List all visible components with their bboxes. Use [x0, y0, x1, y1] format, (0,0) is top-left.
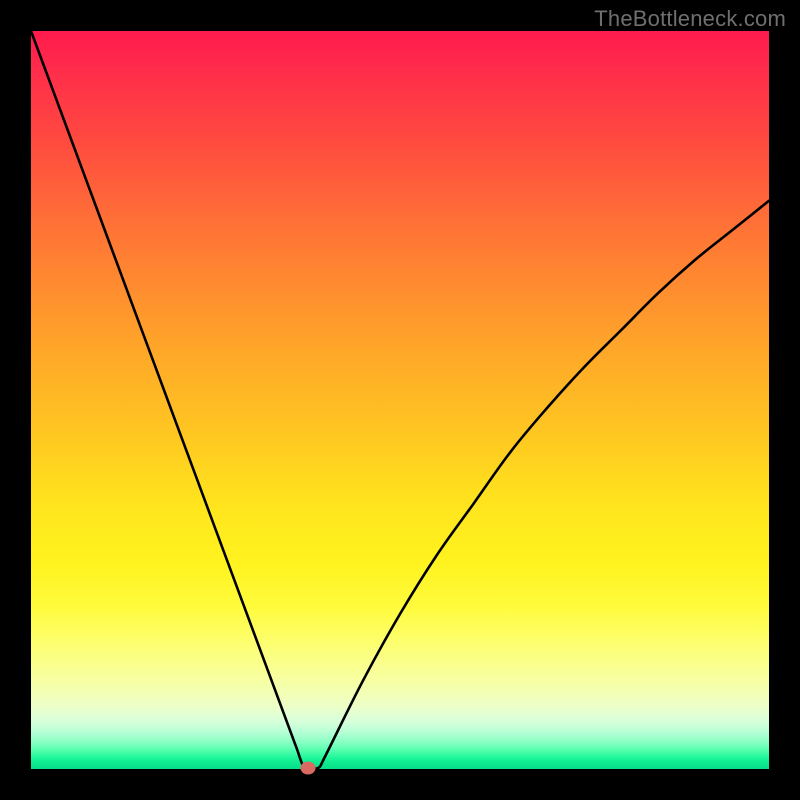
curve-minimum-marker	[300, 761, 315, 774]
plot-area	[31, 31, 769, 769]
watermark-text: TheBottleneck.com	[594, 6, 786, 32]
chart-frame: TheBottleneck.com	[0, 0, 800, 800]
bottleneck-curve	[31, 31, 769, 769]
